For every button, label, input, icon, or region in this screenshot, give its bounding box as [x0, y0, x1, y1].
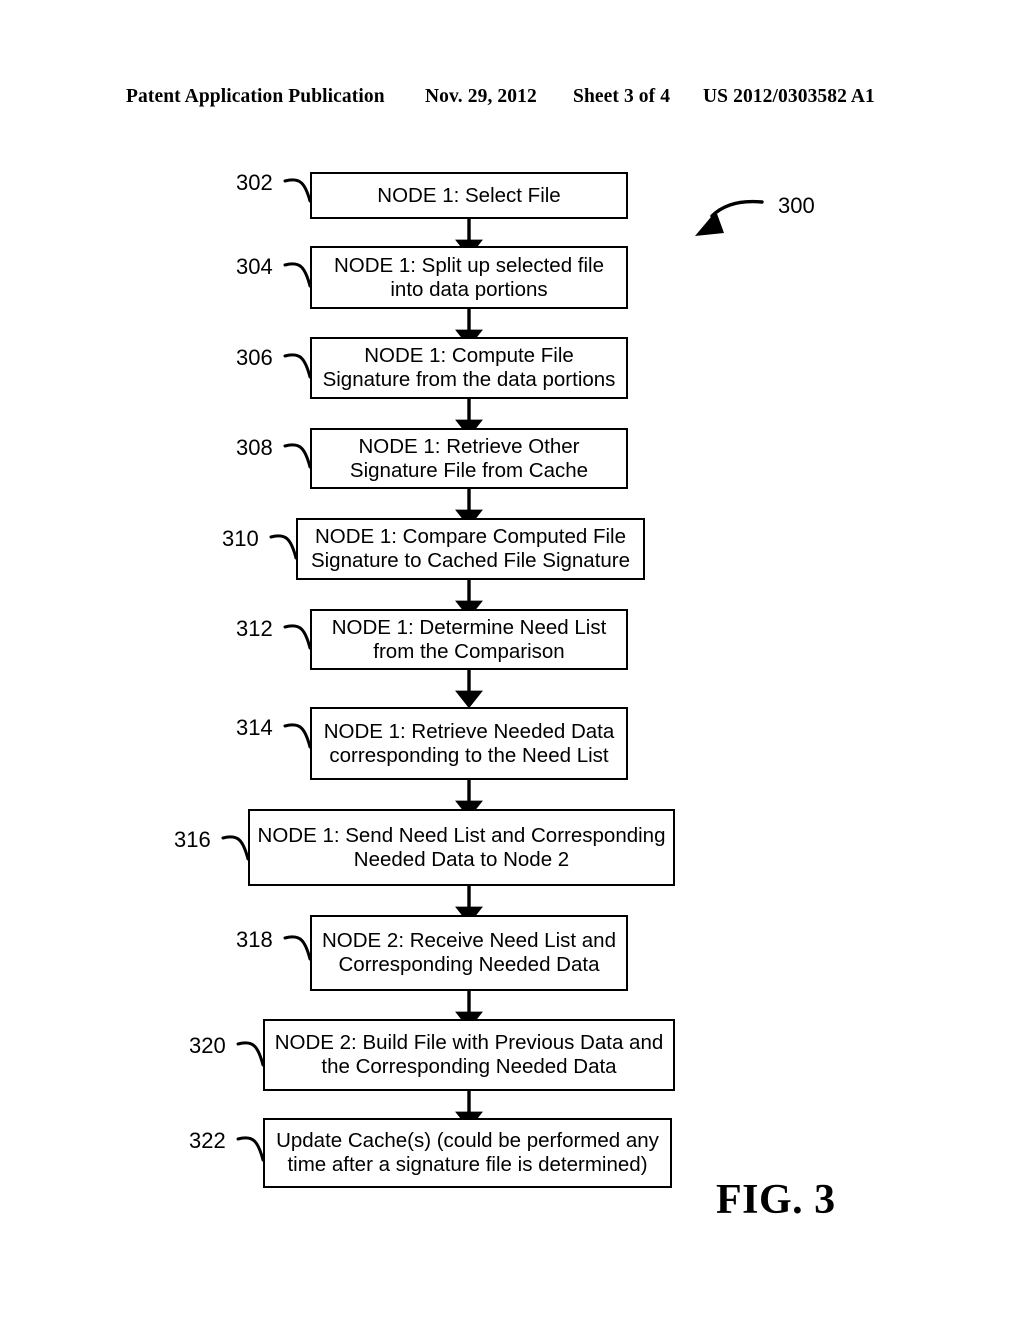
flow-step-310[interactable]: NODE 1: Compare Computed File Signature … [296, 518, 645, 580]
flow-step-320[interactable]: NODE 2: Build File with Previous Data an… [263, 1019, 675, 1091]
flow-step-316[interactable]: NODE 1: Send Need List and Corresponding… [248, 809, 675, 886]
ref-numeral-306: 306 [236, 345, 273, 370]
flow-step-306[interactable]: NODE 1: Compute File Signature from the … [310, 337, 628, 399]
flow-step-304[interactable]: NODE 1: Split up selected file into data… [310, 246, 628, 309]
flow-step-322[interactable]: Update Cache(s) (could be performed any … [263, 1118, 672, 1188]
ref-numeral-320: 320 [189, 1033, 226, 1058]
figure-caption: FIG. 3 [716, 1177, 836, 1223]
flow-step-306-label: NODE 1: Compute File Signature from the … [322, 344, 616, 391]
ref-numeral-300: 300 [778, 193, 815, 218]
flow-step-322-label: Update Cache(s) (could be performed any … [276, 1129, 659, 1176]
flow-step-312-label: NODE 1: Determine Need List from the Com… [331, 615, 607, 663]
flow-step-320-label: NODE 2: Build File with Previous Data an… [274, 1031, 664, 1078]
ref-numeral-304: 304 [236, 254, 273, 279]
ref-numeral-312: 312 [236, 616, 273, 641]
flow-step-304-label: NODE 1: Split up selected file into data… [333, 253, 605, 301]
ref-numeral-302: 302 [236, 170, 273, 195]
flow-step-310-label: NODE 1: Compare Computed File Signature … [310, 525, 631, 572]
flow-step-318[interactable]: NODE 2: Receive Need List and Correspond… [310, 915, 628, 991]
flow-step-314-label: NODE 1: Retrieve Needed Data correspondi… [323, 719, 615, 767]
flow-step-314[interactable]: NODE 1: Retrieve Needed Data correspondi… [310, 707, 628, 780]
ref-numeral-310: 310 [222, 526, 259, 551]
flow-step-302-label: NODE 1: Select File [377, 183, 561, 207]
diagram-ref-arrow [695, 199, 764, 236]
ref-numeral-316: 316 [174, 827, 211, 852]
flow-step-308[interactable]: NODE 1: Retrieve Other Signature File fr… [310, 428, 628, 489]
ref-numeral-314: 314 [236, 715, 273, 740]
ref-numeral-318: 318 [236, 927, 273, 952]
ref-numeral-322: 322 [189, 1128, 226, 1153]
flow-step-302[interactable]: NODE 1: Select File [310, 172, 628, 219]
ref-numeral-308: 308 [236, 435, 273, 460]
flow-step-308-label: NODE 1: Retrieve Other Signature File fr… [349, 434, 589, 482]
flow-step-318-label: NODE 2: Receive Need List and Correspond… [322, 929, 616, 976]
flowchart-diagram: 302 304 306 308 310 312 314 316 318 320 … [0, 0, 1024, 1320]
flow-step-316-label: NODE 1: Send Need List and Corresponding… [257, 823, 666, 871]
flow-step-312[interactable]: NODE 1: Determine Need List from the Com… [310, 609, 628, 670]
